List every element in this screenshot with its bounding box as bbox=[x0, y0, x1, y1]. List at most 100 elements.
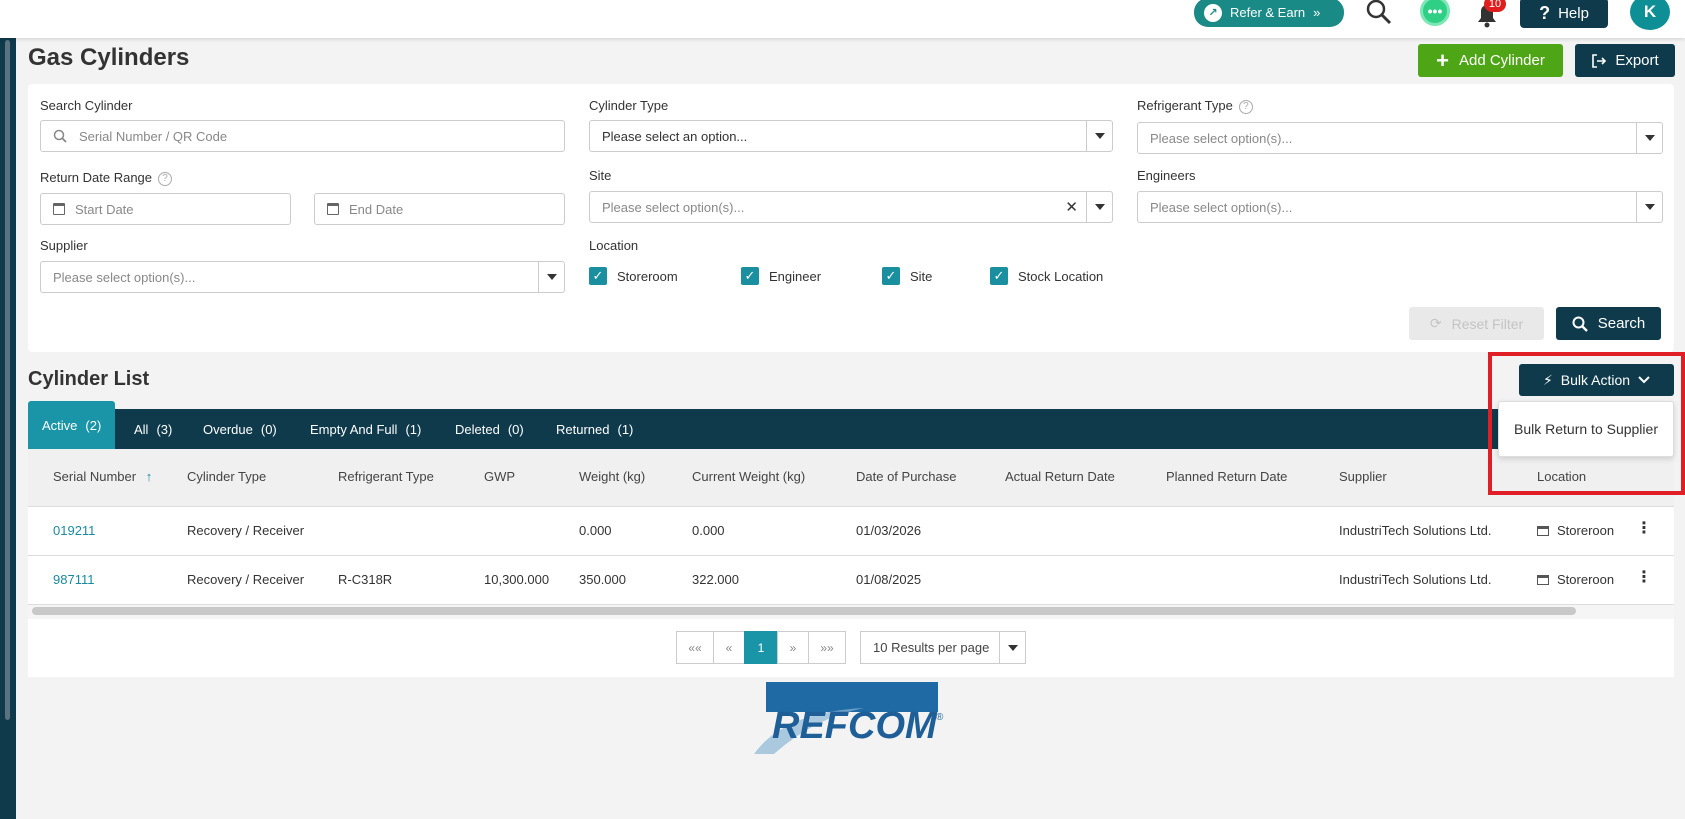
top-bar: ↗ Refer & Earn » ••• 10 ? Help K bbox=[0, 0, 1685, 38]
page-1-button[interactable]: 1 bbox=[744, 631, 778, 664]
cylinder-type-select[interactable]: Please select an option... bbox=[589, 120, 1113, 152]
chevron-down-icon[interactable] bbox=[538, 262, 564, 292]
more-vertical-icon[interactable]: ⋮ bbox=[1636, 521, 1652, 537]
chevron-down-icon[interactable] bbox=[1636, 192, 1662, 222]
refer-label: Refer & Earn bbox=[1230, 5, 1306, 20]
refrigerant-type-select[interactable]: Please select option(s)... bbox=[1137, 122, 1663, 154]
tab-deleted[interactable]: Deleted (0) bbox=[455, 409, 524, 449]
tab-count: (0) bbox=[260, 421, 277, 437]
chat-icon[interactable]: ••• bbox=[1420, 0, 1450, 26]
supplier-select[interactable]: Please select option(s)... bbox=[40, 261, 565, 293]
horizontal-scrollbar[interactable] bbox=[32, 607, 1576, 615]
location-stock-checkbox[interactable]: ✓ Stock Location bbox=[990, 267, 1103, 285]
bulk-action-button[interactable]: ⚡ Bulk Action bbox=[1519, 364, 1674, 396]
supplier-placeholder: Please select option(s)... bbox=[53, 269, 196, 285]
checkmark-icon[interactable]: ✓ bbox=[990, 267, 1008, 285]
chevron-down-icon[interactable] bbox=[1086, 192, 1112, 222]
tab-label: All bbox=[134, 421, 149, 437]
location-site-checkbox[interactable]: ✓ Site bbox=[882, 267, 932, 285]
serial-link[interactable]: 987111 bbox=[53, 572, 94, 587]
more-vertical-icon[interactable]: ⋮ bbox=[1636, 570, 1652, 586]
help-circle-icon[interactable]: ? bbox=[1238, 100, 1253, 114]
reset-filter-button[interactable]: ⟳ Reset Filter bbox=[1409, 307, 1544, 340]
avatar[interactable]: K bbox=[1630, 0, 1670, 30]
prev-page-button[interactable]: « bbox=[713, 631, 745, 664]
cell-supplier: IndustriTech Solutions Ltd. bbox=[1339, 523, 1492, 538]
refer-earn-button[interactable]: ↗ Refer & Earn » bbox=[1194, 0, 1344, 27]
help-circle-icon[interactable]: ? bbox=[158, 172, 173, 186]
export-icon bbox=[1592, 53, 1607, 68]
tab-label: Active bbox=[42, 417, 78, 433]
engineers-placeholder: Please select option(s)... bbox=[1150, 199, 1293, 215]
checkmark-icon[interactable]: ✓ bbox=[589, 267, 607, 285]
column-header-current-weight[interactable]: Current Weight (kg) bbox=[692, 469, 805, 484]
cylinder-type-placeholder: Please select an option... bbox=[602, 128, 748, 144]
checkmark-icon[interactable]: ✓ bbox=[882, 267, 900, 285]
bulk-return-menu-item[interactable]: Bulk Return to Supplier bbox=[1498, 401, 1674, 457]
start-date-input[interactable]: Start Date bbox=[40, 193, 291, 225]
results-per-page-select[interactable]: 10 Results per page bbox=[860, 631, 1026, 664]
engineers-select[interactable]: Please select option(s)... bbox=[1137, 191, 1663, 223]
tab-empty-and-full[interactable]: Empty And Full (1) bbox=[310, 409, 421, 449]
column-header-gwp[interactable]: GWP bbox=[484, 469, 515, 484]
column-header-location[interactable]: Location bbox=[1537, 469, 1586, 484]
chevron-down-icon[interactable] bbox=[999, 632, 1025, 663]
storeroom-icon bbox=[1537, 526, 1549, 536]
last-page-button[interactable]: »» bbox=[808, 631, 846, 664]
column-header-label: Serial Number bbox=[53, 469, 137, 484]
sidebar-scrollbar[interactable] bbox=[5, 40, 10, 720]
chevron-down-icon bbox=[1638, 376, 1650, 384]
tab-returned[interactable]: Returned (1) bbox=[556, 409, 633, 449]
end-date-input[interactable]: End Date bbox=[314, 193, 565, 225]
serial-link[interactable]: 019211 bbox=[53, 523, 95, 538]
search-button-label: Search bbox=[1597, 315, 1646, 332]
end-date-placeholder: End Date bbox=[349, 201, 404, 217]
first-page-button[interactable]: «« bbox=[676, 631, 714, 664]
cylinder-list-title: Cylinder List bbox=[28, 368, 150, 390]
tab-label: Empty And Full bbox=[310, 421, 398, 437]
notification-badge: 10 bbox=[1484, 0, 1506, 12]
site-select[interactable]: Please select option(s)... ✕ bbox=[589, 191, 1113, 223]
search-cylinder-input[interactable]: Serial Number / QR Code bbox=[40, 120, 565, 152]
column-header-purchase-date[interactable]: Date of Purchase bbox=[856, 469, 956, 484]
chevron-down-icon[interactable] bbox=[1636, 123, 1662, 153]
column-header-supplier[interactable]: Supplier bbox=[1339, 469, 1387, 484]
tab-active[interactable]: Active (2) bbox=[28, 401, 116, 449]
location-engineer-checkbox[interactable]: ✓ Engineer bbox=[741, 267, 821, 285]
cell-location: Storeroon bbox=[1537, 523, 1614, 538]
question-icon: ? bbox=[1539, 2, 1551, 23]
cell-cylinder-type: Recovery / Receiver bbox=[187, 523, 305, 538]
export-button[interactable]: Export bbox=[1575, 44, 1675, 77]
tab-count: (1) bbox=[617, 421, 634, 437]
table-row: 019211 Recovery / Receiver 0.000 0.000 0… bbox=[28, 507, 1674, 556]
column-header-serial[interactable]: Serial Number ↑ bbox=[53, 469, 152, 484]
tab-count: (3) bbox=[156, 421, 173, 437]
column-header-planned-return[interactable]: Planned Return Date bbox=[1166, 469, 1287, 484]
tab-all[interactable]: All (3) bbox=[134, 409, 172, 449]
search-button[interactable]: Search bbox=[1556, 307, 1661, 340]
search-icon[interactable] bbox=[1364, 0, 1394, 26]
help-label: Help bbox=[1558, 4, 1589, 22]
clear-icon[interactable]: ✕ bbox=[1065, 198, 1078, 216]
add-cylinder-label: Add Cylinder bbox=[1458, 52, 1545, 69]
column-header-refrigerant-type[interactable]: Refrigerant Type bbox=[338, 469, 434, 484]
filter-panel: Search Cylinder Serial Number / QR Code … bbox=[28, 84, 1674, 352]
help-button[interactable]: ? Help bbox=[1520, 0, 1608, 28]
chevron-down-icon[interactable] bbox=[1086, 121, 1112, 151]
location-storeroom-checkbox[interactable]: ✓ Storeroom bbox=[589, 267, 678, 285]
cell-refrigerant: R-C318R bbox=[338, 572, 393, 587]
column-header-cylinder-type[interactable]: Cylinder Type bbox=[187, 469, 266, 484]
column-header-actual-return[interactable]: Actual Return Date bbox=[1005, 469, 1115, 484]
cell-weight: 350.000 bbox=[579, 572, 626, 587]
location-option-label: Storeroom bbox=[617, 268, 678, 284]
next-page-button[interactable]: » bbox=[777, 631, 809, 664]
location-option-label: Site bbox=[910, 268, 933, 284]
tab-overdue[interactable]: Overdue (0) bbox=[203, 409, 277, 449]
sort-up-icon[interactable]: ↑ bbox=[146, 469, 153, 484]
return-date-label: Return Date Range? bbox=[40, 170, 173, 186]
search-cylinder-label: Search Cylinder bbox=[40, 98, 133, 113]
add-cylinder-button[interactable]: + Add Cylinder bbox=[1418, 44, 1563, 77]
engineers-label: Engineers bbox=[1137, 168, 1196, 183]
checkmark-icon[interactable]: ✓ bbox=[741, 267, 759, 285]
column-header-weight[interactable]: Weight (kg) bbox=[579, 469, 645, 484]
